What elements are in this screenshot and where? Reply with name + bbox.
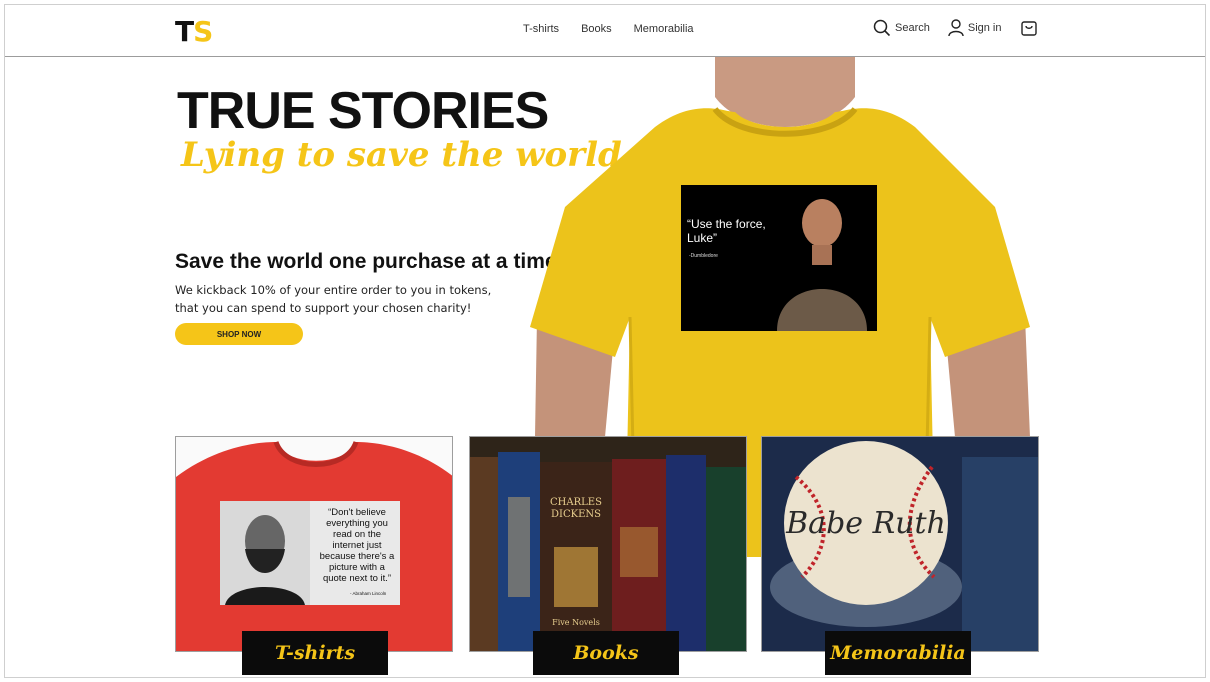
site-header: TS T-shirts Books Memorabilia Search Sig…	[5, 5, 1205, 57]
hero-subtitle: Save the world one purchase at a time	[175, 250, 557, 273]
poster-portrait-image	[777, 199, 867, 331]
logo-letter-t: T	[175, 15, 194, 48]
search-button[interactable]: Search	[873, 19, 930, 37]
search-label: Search	[895, 22, 930, 34]
tshirt-print: “Don't believe everything you read on th…	[220, 501, 400, 605]
poster-attribution: -Dumbledore	[689, 253, 718, 259]
category-card-memorabilia[interactable]: Babe Ruth	[761, 436, 1039, 652]
main-nav: T-shirts Books Memorabilia	[523, 23, 694, 35]
header-tools: Search Sign in	[873, 19, 1038, 37]
user-icon	[948, 19, 964, 37]
category-label-memorabilia[interactable]: Memorabilia	[825, 631, 971, 675]
tshirt-print-quote: “Don't believe everything you read on th…	[319, 507, 395, 584]
shop-now-button[interactable]: SHOP NOW	[175, 323, 303, 345]
shopping-bag-icon	[1020, 21, 1037, 36]
cart-button[interactable]	[1020, 19, 1038, 37]
hero-description: We kickback 10% of your entire order to …	[175, 283, 492, 315]
nav-tshirts[interactable]: T-shirts	[523, 23, 559, 35]
page-frame: TS T-shirts Books Memorabilia Search Sig…	[4, 4, 1206, 678]
signin-label: Sign in	[967, 22, 1002, 34]
tshirt-print-attribution: - Abraham Lincoln	[350, 591, 387, 596]
baseball-image: Babe Ruth	[762, 437, 1038, 651]
svg-text:Five Novels: Five Novels	[552, 618, 600, 627]
logo-letter-s: S	[193, 15, 213, 48]
svg-text:DICKENS: DICKENS	[551, 509, 601, 520]
category-label-tshirts[interactable]: T-shirts	[242, 631, 388, 675]
site-logo[interactable]: TS	[175, 15, 213, 48]
category-card-tshirts[interactable]: “Don't believe everything you read on th…	[175, 436, 453, 652]
category-card-books[interactable]: CHARLES DICKENS Five Novels	[469, 436, 747, 652]
svg-text:CHARLES: CHARLES	[550, 497, 602, 508]
lincoln-portrait-image	[220, 501, 310, 605]
signin-button[interactable]: Sign in	[948, 19, 1002, 37]
hero-title: TRUE STORIES	[177, 82, 549, 140]
category-label-books[interactable]: Books	[533, 631, 679, 675]
svg-text:Babe Ruth: Babe Ruth	[785, 506, 946, 541]
shirt-print-poster: “Use the force, Luke” -Dumbledore	[681, 185, 877, 331]
search-icon	[873, 19, 891, 37]
nav-books[interactable]: Books	[581, 23, 612, 35]
nav-memorabilia[interactable]: Memorabilia	[634, 23, 694, 35]
books-image: CHARLES DICKENS Five Novels	[470, 437, 746, 651]
